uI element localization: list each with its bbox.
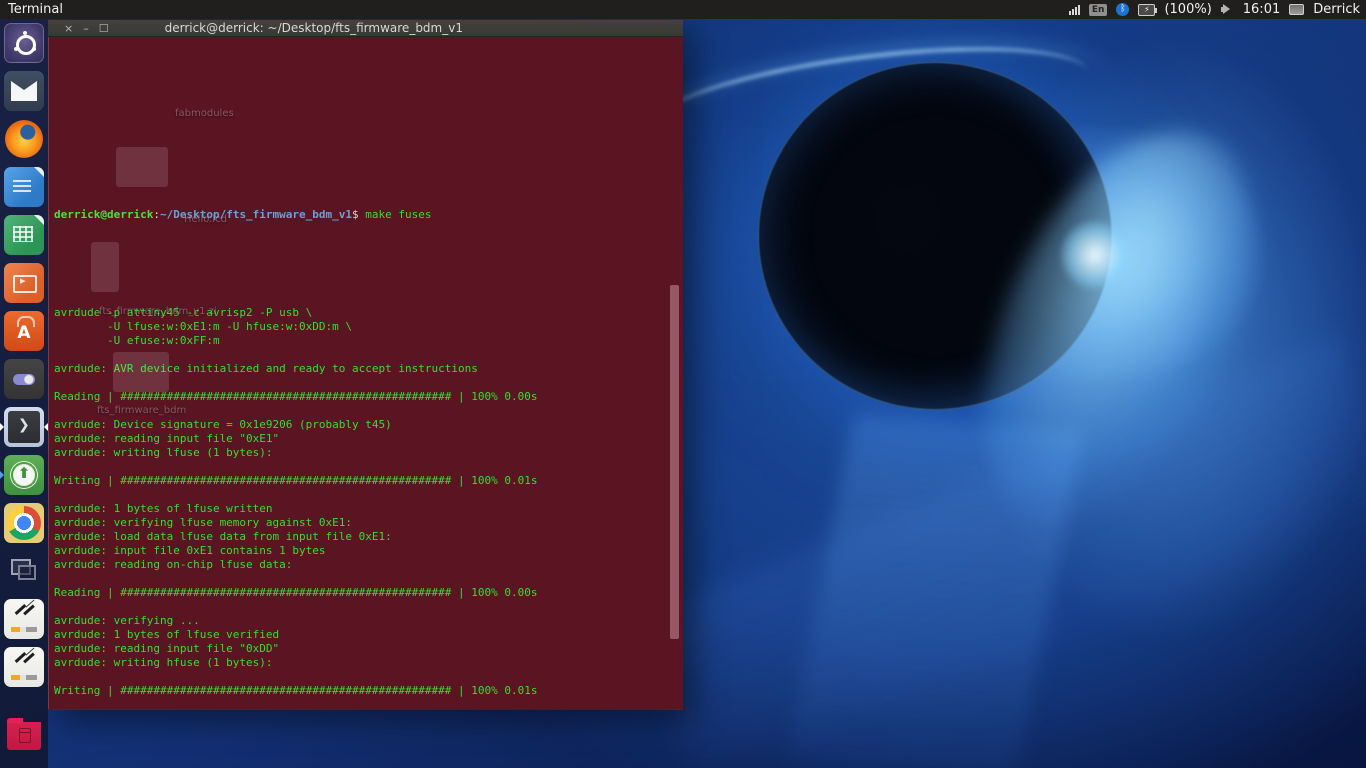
window-title: derrick@derrick: ~/Desktop/fts_firmware_…	[164, 21, 463, 35]
bluetooth-icon[interactable]: ᛒ	[1116, 3, 1130, 16]
terminal-line: avrdude: writing hfuse (1 bytes):	[54, 656, 273, 669]
launcher-item-libreoffice-calc[interactable]	[0, 215, 48, 255]
username[interactable]: Derrick	[1313, 2, 1360, 17]
terminal-output: avrdude -p attiny45 -c avrisp2 -P usb \ …	[54, 278, 683, 709]
terminal-line: Reading | ##############################…	[54, 586, 538, 599]
terminal-line: avrdude: input file 0xE1 contains 1 byte…	[54, 544, 326, 557]
launcher-icon	[4, 599, 44, 639]
terminal-window: × – ☐ derrick@derrick: ~/Desktop/fts_fir…	[48, 20, 683, 710]
launcher-item-workspace-switcher[interactable]	[0, 551, 48, 591]
maximize-icon[interactable]: ☐	[99, 21, 109, 36]
launcher-item-firefox[interactable]	[0, 119, 48, 159]
battery-icon[interactable]: ⚡	[1138, 3, 1158, 16]
window-titlebar[interactable]: × – ☐ derrick@derrick: ~/Desktop/fts_fir…	[48, 20, 683, 37]
terminal-line: -U lfuse:w:0xE1:m -U hfuse:w:0xDD:m \	[54, 320, 353, 333]
launcher-item-trash[interactable]	[0, 714, 48, 754]
sound-icon[interactable]	[1220, 4, 1234, 15]
launcher-item-libreoffice-impress[interactable]	[0, 263, 48, 303]
launcher-item-files[interactable]	[0, 71, 48, 111]
terminal-line: avrdude: load data lfuse data from input…	[54, 530, 392, 543]
launcher-icon	[4, 455, 44, 495]
close-icon[interactable]: ×	[64, 21, 73, 36]
launcher-item-disk-creator-2[interactable]	[0, 647, 48, 687]
network-signal-icon[interactable]	[1068, 4, 1080, 15]
battery-percentage[interactable]: (100%)	[1164, 2, 1211, 17]
launcher-item-terminal[interactable]	[0, 407, 48, 447]
launcher-item-ubuntu-software[interactable]	[0, 311, 48, 351]
launcher-icon	[4, 263, 44, 303]
terminal-line: avrdude: 1 bytes of lfuse verified	[54, 628, 280, 641]
clock[interactable]: 16:01	[1243, 2, 1280, 17]
keyboard-layout-indicator[interactable]: En	[1088, 3, 1108, 16]
launcher-item-software-updater[interactable]	[0, 455, 48, 495]
terminal-line: avrdude: reading input file "0xE1"	[54, 432, 280, 445]
indicator-tray: En ᛒ ⚡ (100%) 16:01 Derrick	[1068, 2, 1366, 17]
terminal-line: Reading | ##############################…	[54, 390, 538, 403]
launcher-item-disk-creator-1[interactable]	[0, 599, 48, 639]
terminal-line: avrdude: AVR device initialized and read…	[54, 362, 478, 375]
terminal-line: avrdude: reading input file "0xDD"	[54, 642, 280, 655]
terminal-line: Writing | ##############################…	[54, 474, 538, 487]
prompt-command: make fuses	[358, 208, 432, 221]
launcher-icon	[4, 119, 44, 159]
terminal-line: avrdude: verifying ...	[54, 614, 200, 627]
wallpaper-bright-knot	[1060, 220, 1130, 290]
ghost-desktop-folder	[116, 147, 168, 187]
launcher-icon	[4, 647, 44, 687]
launcher-icon	[4, 215, 44, 255]
focused-indicator	[44, 423, 48, 431]
prompt-user: derrick@derrick	[54, 208, 154, 221]
launcher-icon	[4, 551, 44, 591]
launcher-item-chrome[interactable]	[0, 503, 48, 543]
launcher-item-system-settings[interactable]	[0, 359, 48, 399]
top-panel: Terminal En ᛒ ⚡ (100%) 16:01 Derrick	[0, 0, 1366, 19]
minimize-icon[interactable]: –	[83, 21, 89, 36]
window-controls: × – ☐	[64, 21, 109, 36]
launcher-icon	[4, 407, 44, 447]
terminal-line: avrdude: Device signature = 0x1e9206 (pr…	[54, 418, 392, 431]
launcher-icon	[4, 714, 44, 754]
unity-launcher	[0, 19, 48, 768]
terminal-prompt-line: derrick@derrick:~/Desktop/fts_firmware_b…	[54, 208, 432, 221]
launcher-icon	[4, 71, 44, 111]
launcher-icon	[4, 503, 44, 543]
terminal-line: Writing | ##############################…	[54, 684, 538, 697]
terminal-content[interactable]: fabmodules Hello.lcd fts_firmware_bdm_v1…	[48, 37, 683, 709]
launcher-icon	[4, 23, 44, 63]
ghost-desktop-label: fabmodules	[175, 108, 234, 119]
launcher-icon	[4, 359, 44, 399]
panel-app-title[interactable]: Terminal	[8, 2, 63, 17]
terminal-line: avrdude: 1 bytes of lfuse written	[54, 502, 273, 515]
terminal-line: avrdude: writing lfuse (1 bytes):	[54, 446, 273, 459]
session-icon[interactable]	[1289, 4, 1305, 15]
launcher-icon	[4, 311, 44, 351]
launcher-icon	[4, 167, 44, 207]
terminal-scrollbar[interactable]	[670, 285, 679, 639]
terminal-line: avrdude: verifying lfuse memory against …	[54, 516, 353, 529]
terminal-line: avrdude -p attiny45 -c avrisp2 -P usb \	[54, 306, 313, 319]
terminal-line: -U efuse:w:0xFF:m	[54, 334, 220, 347]
launcher-item-libreoffice-writer[interactable]	[0, 167, 48, 207]
terminal-line: avrdude: reading on-chip lfuse data:	[54, 558, 293, 571]
launcher-item-dash[interactable]	[0, 23, 48, 63]
prompt-path: ~/Desktop/fts_firmware_bdm_v1	[159, 208, 353, 221]
